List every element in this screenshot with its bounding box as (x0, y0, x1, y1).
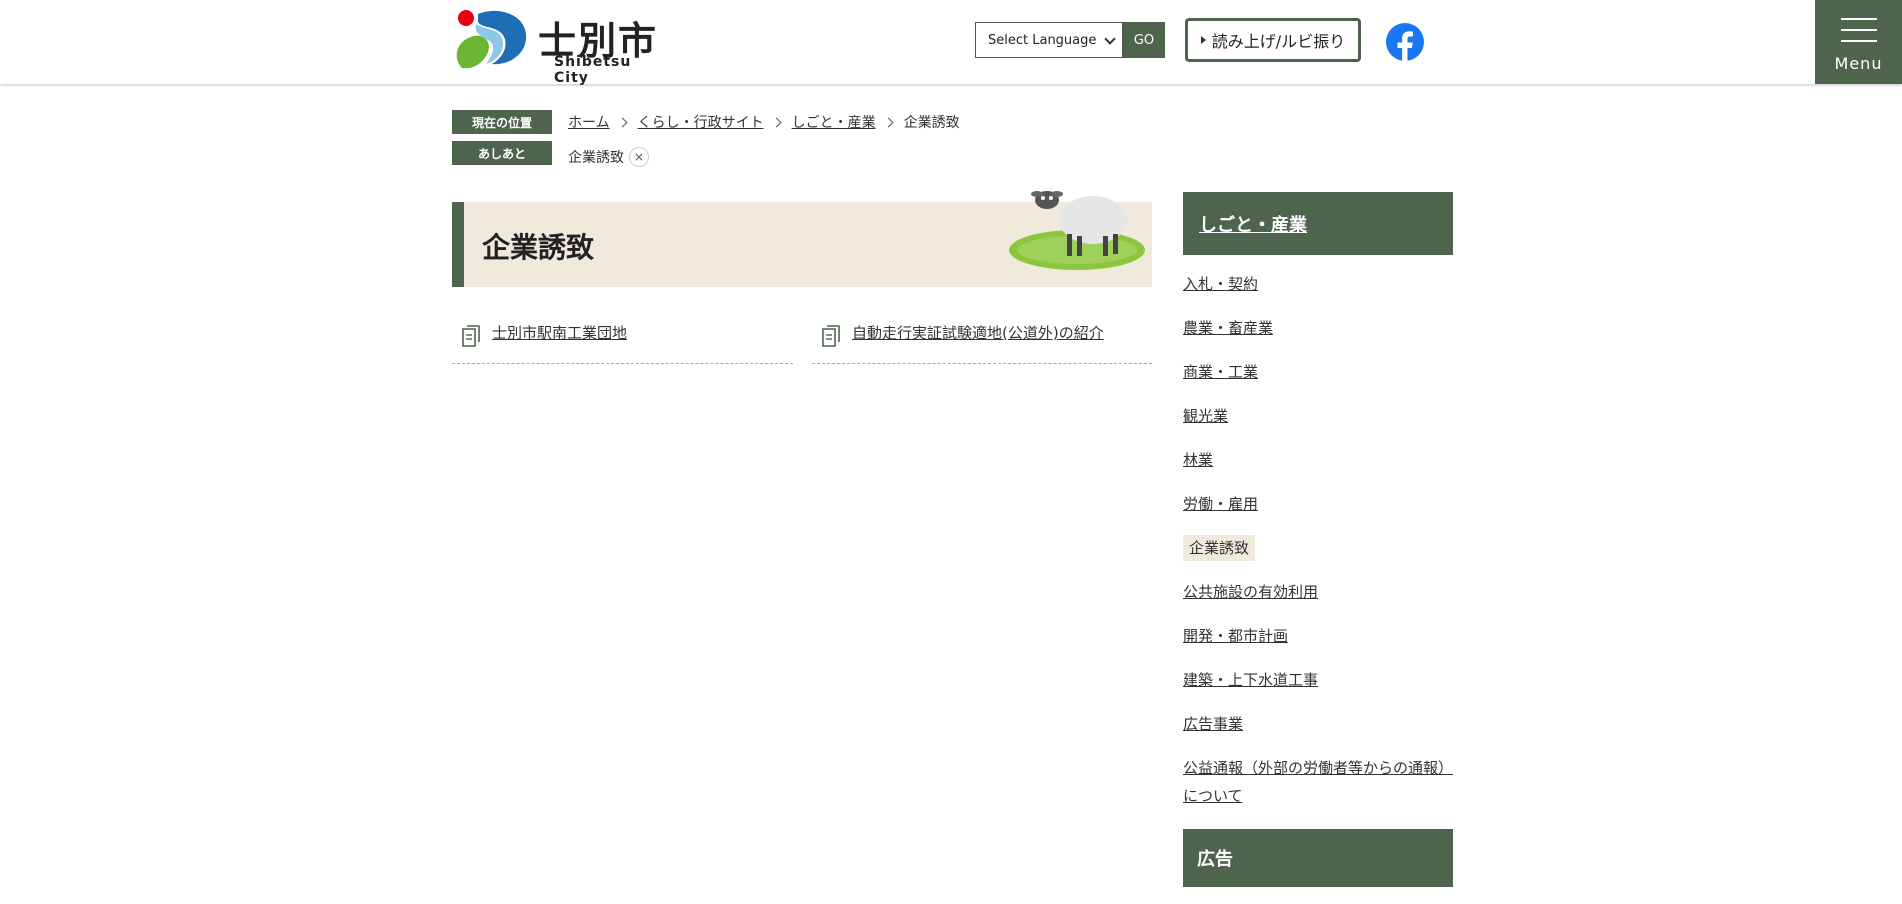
sidebar-item-label[interactable]: 建築・上下水道工事 (1183, 671, 1318, 689)
close-icon[interactable]: × (629, 147, 649, 167)
chevron-down-icon (1104, 33, 1116, 45)
sidebar-item[interactable]: 商業・工業 (1183, 358, 1453, 386)
sidebar-item-active[interactable]: 企業誘致 (1183, 534, 1453, 562)
sidebar-item-label[interactable]: 公益通報（外部の労働者等からの通報）について (1183, 759, 1453, 805)
sidebar-item-label[interactable]: 林業 (1183, 451, 1213, 469)
document-icon (462, 325, 480, 347)
history-tag: あしあと (452, 141, 552, 165)
sheep-illustration-icon (1009, 191, 1145, 270)
sidebar-item[interactable]: 林業 (1183, 446, 1453, 474)
page-title: 企業誘致 (482, 231, 595, 264)
sidebar-item-label[interactable]: 労働・雇用 (1183, 495, 1258, 513)
sidebar-item[interactable]: 建築・上下水道工事 (1183, 666, 1453, 694)
breadcrumb-link-life[interactable]: くらし・行政サイト (638, 112, 764, 132)
play-triangle-icon (1200, 36, 1206, 44)
sidebar-item-label[interactable]: 商業・工業 (1183, 363, 1258, 381)
link-autonomous-driving-site[interactable]: 自動走行実証試験適地(公道外)の紹介 (852, 322, 1104, 343)
sidebar-item-label[interactable]: 公共施設の有効利用 (1183, 583, 1318, 601)
site-logo[interactable]: 士別市 Shibetsu City (452, 8, 662, 86)
city-emblem-icon (456, 10, 527, 69)
logo-text-en: Shibetsu City (554, 54, 632, 86)
sidebar-item[interactable]: 開発・都市計画 (1183, 622, 1453, 650)
go-button[interactable]: GO (1123, 22, 1165, 58)
sidebar-item-label[interactable]: 広告事業 (1183, 715, 1243, 733)
breadcrumb-link-home[interactable]: ホーム (568, 112, 610, 132)
breadcrumb-link-work[interactable]: しごと・産業 (792, 112, 876, 132)
read-aloud-button[interactable]: 読み上げ/ルビ振り (1185, 18, 1361, 62)
link-industrial-park[interactable]: 士別市駅南工業団地 (492, 322, 627, 343)
facebook-icon[interactable] (1385, 22, 1425, 62)
sidebar-item-label[interactable]: 農業・畜産業 (1183, 319, 1273, 337)
sidebar-item[interactable]: 入札・契約 (1183, 270, 1453, 298)
current-location-tag: 現在の位置 (452, 110, 552, 134)
sidebar-item[interactable]: 公共施設の有効利用 (1183, 578, 1453, 606)
history-item[interactable]: 企業誘致 (568, 147, 624, 167)
list-item[interactable]: 自動走行実証試験適地(公道外)の紹介 (812, 322, 1152, 364)
chevron-right-icon (883, 117, 894, 127)
sidebar-item[interactable]: 労働・雇用 (1183, 490, 1453, 518)
sidebar-item-label[interactable]: 観光業 (1183, 407, 1228, 425)
read-aloud-label: 読み上げ/ルビ振り (1211, 32, 1346, 51)
list-item[interactable]: 士別市駅南工業団地 (452, 322, 793, 364)
breadcrumb: ホーム くらし・行政サイト しごと・産業 企業誘致 (568, 112, 960, 132)
hamburger-icon (1841, 18, 1877, 51)
history-trail: 企業誘致 × (568, 147, 649, 167)
menu-label: Menu (1834, 54, 1883, 73)
sidebar-item-label[interactable]: 入札・契約 (1183, 275, 1258, 293)
language-select[interactable]: Select Language (975, 22, 1123, 58)
ad-heading: 広告 (1183, 829, 1453, 887)
sidebar-nav: 入札・契約 農業・畜産業 商業・工業 観光業 林業 労働・雇用 企業誘致 公共施… (1183, 270, 1453, 826)
breadcrumb-current: 企業誘致 (903, 115, 960, 131)
sidebar-item[interactable]: 公益通報（外部の労働者等からの通報）について (1183, 754, 1453, 810)
document-icon (822, 325, 840, 347)
chevron-right-icon (617, 117, 628, 127)
sidebar-item-label[interactable]: 開発・都市計画 (1183, 627, 1288, 645)
language-select-label: Select Language (988, 32, 1097, 48)
menu-button[interactable]: Menu (1815, 0, 1902, 84)
chevron-right-icon (771, 117, 782, 127)
sidebar-heading[interactable]: しごと・産業 (1183, 192, 1453, 255)
sidebar-item[interactable]: 農業・畜産業 (1183, 314, 1453, 342)
sidebar-item[interactable]: 広告事業 (1183, 710, 1453, 738)
sidebar-item[interactable]: 観光業 (1183, 402, 1453, 430)
site-header: 士別市 Shibetsu City Select Language GO 読み上… (0, 0, 1902, 86)
sidebar-item-label[interactable]: 企業誘致 (1183, 535, 1256, 561)
